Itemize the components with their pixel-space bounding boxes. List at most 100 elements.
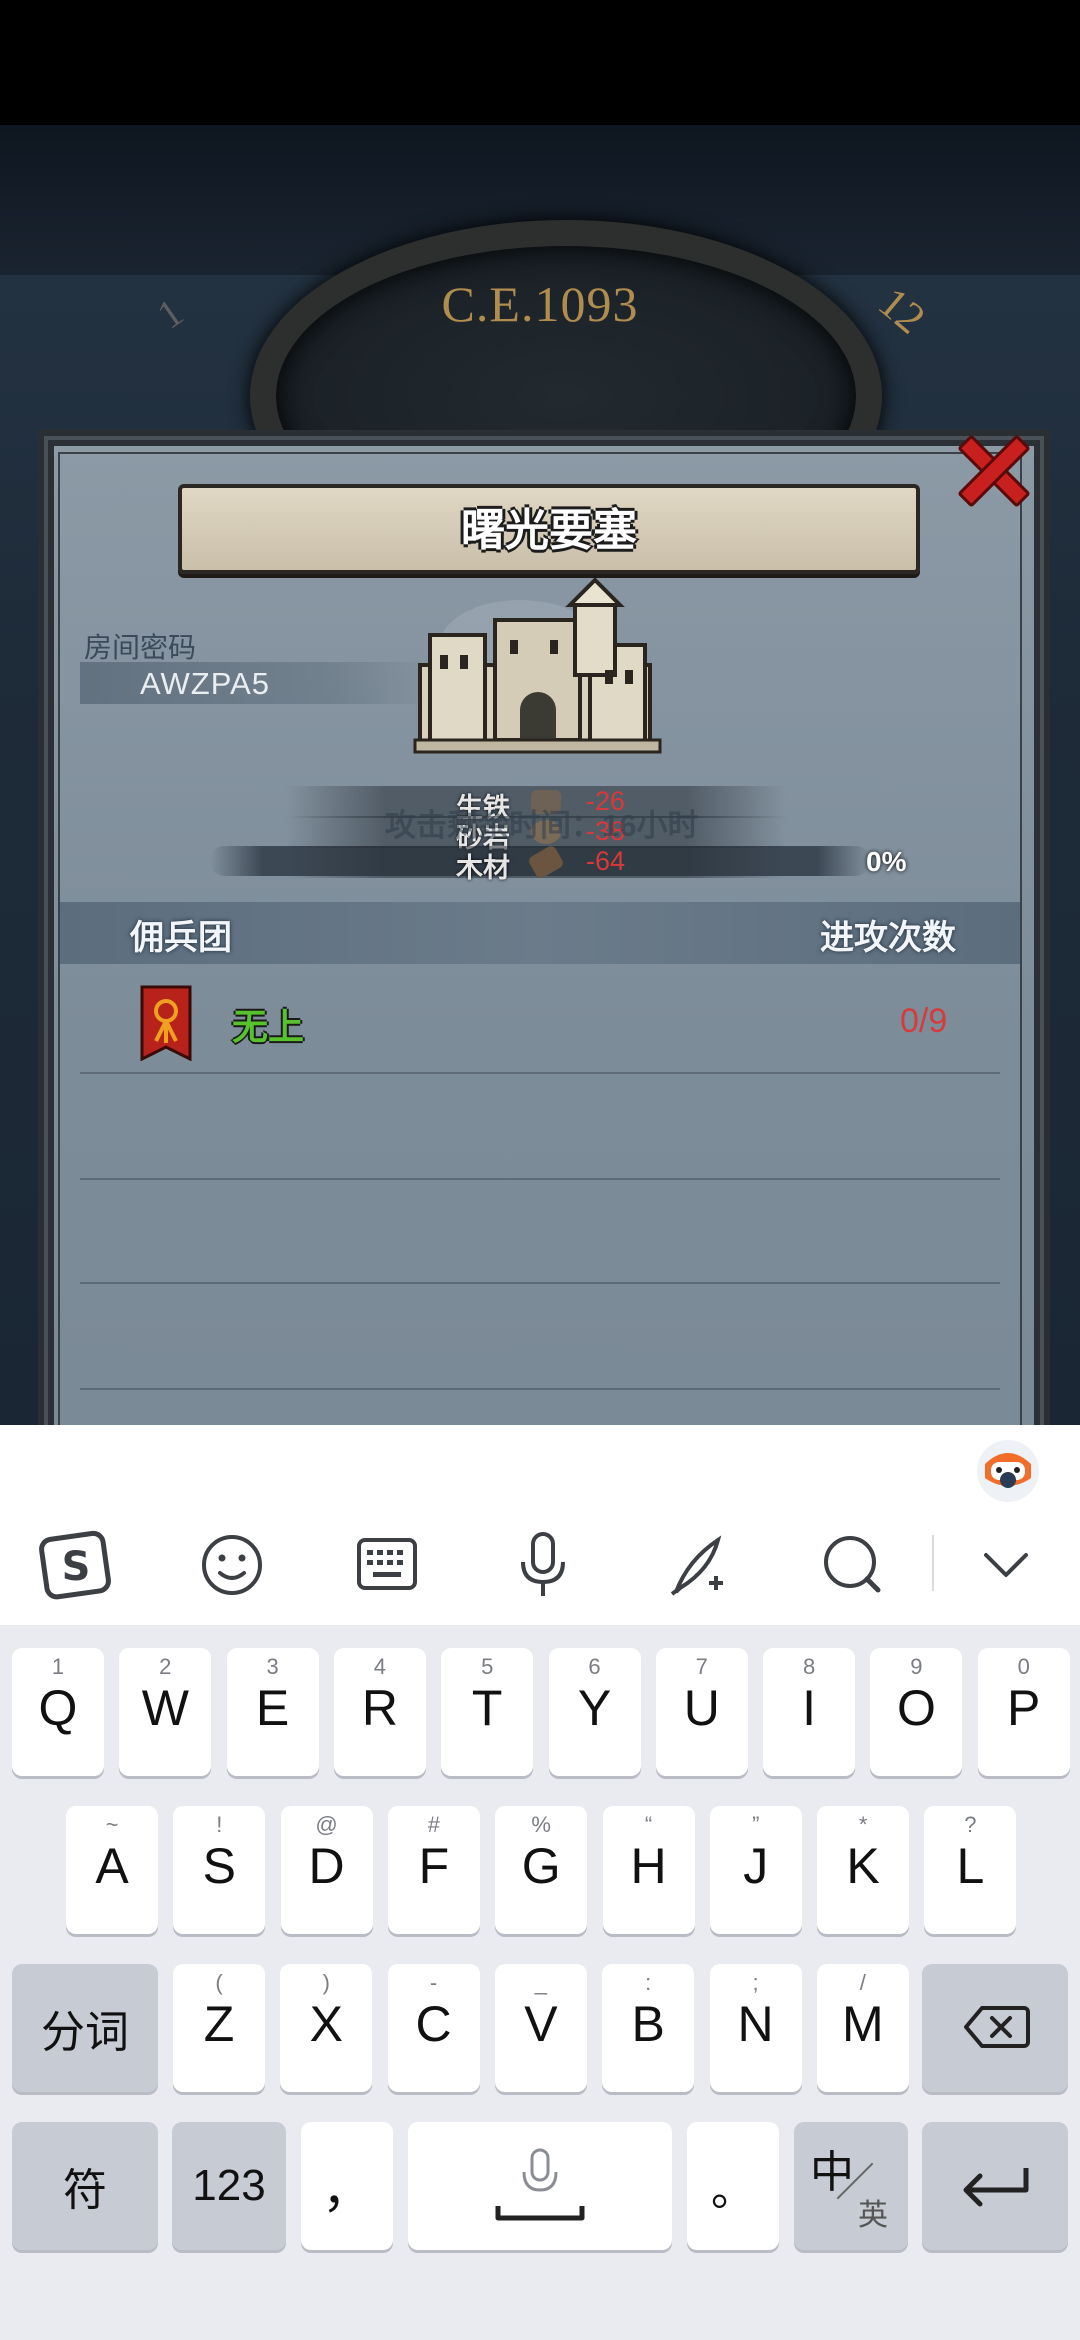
mascot-icon[interactable] (975, 1438, 1041, 1504)
status-bar (0, 0, 1080, 125)
period-key-label: 。 (711, 2166, 755, 2215)
resource-row-wood: 木材 -64 (286, 844, 786, 883)
key-g[interactable]: % G (495, 1806, 588, 1934)
chevron-down-icon[interactable] (966, 1530, 1046, 1600)
period-key[interactable]: 。 (687, 2122, 779, 2250)
room-code-value: AWZPA5 (140, 666, 271, 701)
key-o[interactable]: 9O (870, 1648, 963, 1776)
key-primary-label: F (418, 1838, 450, 1894)
search-icon[interactable] (812, 1530, 892, 1600)
key-p[interactable]: 0P (977, 1648, 1070, 1776)
key-secondary-label: ; (752, 1970, 759, 1995)
key-l[interactable]: ? L (924, 1806, 1017, 1934)
key-f[interactable]: # F (387, 1806, 480, 1934)
key-t[interactable]: 5T (441, 1648, 534, 1776)
key-secondary-label: _ (534, 1970, 548, 1995)
key-primary-label: C (415, 1996, 452, 2052)
key-secondary-label: 7 (695, 1654, 708, 1679)
handwriting-icon[interactable] (658, 1530, 738, 1600)
backspace-key[interactable] (922, 1964, 1068, 2092)
key-secondary-label: ! (216, 1812, 223, 1837)
key-primary-label: X (309, 1996, 343, 2052)
key-secondary-label: 4 (373, 1654, 387, 1679)
key-k[interactable]: * K (817, 1806, 910, 1934)
key-w[interactable]: 2W (119, 1648, 212, 1776)
symbol-key[interactable]: 符 (12, 2122, 158, 2250)
toolbar-divider (932, 1535, 934, 1591)
key-secondary-label: ) (322, 1970, 330, 1995)
row-divider (80, 1282, 1000, 1284)
key-secondary-label: 3 (266, 1654, 279, 1679)
key-primary-label: D (308, 1838, 345, 1894)
key-primary-label: N (737, 1996, 774, 2052)
key-secondary-label: 1 (51, 1654, 65, 1679)
keyboard-icon[interactable] (347, 1530, 427, 1600)
key-primary-label: R (361, 1680, 398, 1736)
sogou-logo-icon[interactable]: S (36, 1530, 116, 1600)
enter-icon (963, 2168, 1029, 2207)
key-secondary-label: - (429, 1970, 438, 1995)
row-divider (80, 1388, 1000, 1390)
key-m[interactable]: / M (816, 1964, 909, 2092)
key-primary-label: W (141, 1680, 189, 1736)
space-key[interactable] (408, 2122, 672, 2250)
row-divider (80, 1178, 1000, 1180)
microphone-icon[interactable] (503, 1530, 583, 1600)
language-sub-label: 英 (858, 2199, 888, 2232)
key-i[interactable]: 8I (763, 1648, 856, 1776)
key-d[interactable]: @ D (280, 1806, 373, 1934)
number-key[interactable]: 123 (172, 2122, 286, 2250)
key-s[interactable]: ! S (173, 1806, 266, 1934)
comma-key-label: ， (322, 2162, 372, 2218)
column-attacks: 进攻次数 (820, 919, 956, 957)
column-mercenary: 佣兵团 (130, 919, 232, 957)
key-secondary-label: 6 (588, 1654, 601, 1679)
key-c[interactable]: -C (387, 1964, 480, 2092)
key-secondary-label: ” (752, 1812, 760, 1837)
emoji-icon[interactable] (192, 1530, 272, 1600)
key-secondary-label: * (858, 1812, 868, 1837)
comma-key[interactable]: ， (301, 2122, 393, 2250)
wood-icon (527, 844, 565, 880)
guild-banner-icon (140, 985, 192, 1061)
key-secondary-label: 8 (802, 1654, 816, 1679)
resource-name: 木材 (456, 853, 510, 883)
key-h[interactable]: “H (602, 1806, 695, 1934)
key-q[interactable]: 1Q (12, 1648, 104, 1776)
dialog-title: 曙光要塞 (461, 506, 637, 555)
segment-key[interactable]: 分词 (12, 1964, 158, 2092)
key-y[interactable]: 6Y (548, 1648, 641, 1776)
key-secondary-label: % (531, 1812, 551, 1837)
team-name[interactable]: 无上 (232, 998, 304, 1050)
language-switch-key[interactable]: 中 英 (794, 2122, 908, 2250)
language-main-label: 中 (810, 2148, 854, 2197)
enter-key[interactable] (922, 2122, 1068, 2250)
room-code-label: 房间密码 (84, 632, 197, 663)
key-secondary-label: ~ (105, 1812, 119, 1837)
key-j[interactable]: ” J (709, 1806, 802, 1934)
key-primary-label: M (841, 1996, 884, 2052)
key-x[interactable]: ) X (280, 1964, 373, 2092)
key-primary-label: U (683, 1680, 720, 1736)
key-primary-label: L (956, 1838, 985, 1894)
progress-percent: 0% (866, 846, 907, 877)
key-secondary-label: ( (215, 1970, 223, 1995)
key-b[interactable]: :B (602, 1964, 695, 2092)
backspace-icon (964, 2006, 1030, 2048)
key-r[interactable]: 4R (333, 1648, 426, 1776)
key-z[interactable]: (Z (173, 1964, 265, 2092)
attack-time-remaining: 攻击剩余时间：16小时 (385, 808, 699, 843)
key-u[interactable]: 7U (655, 1648, 748, 1776)
key-secondary-label: 0 (1017, 1654, 1030, 1679)
key-n[interactable]: ; N (709, 1964, 802, 2092)
key-secondary-label: ? (964, 1812, 977, 1837)
key-primary-label: J (743, 1838, 769, 1894)
year-label: C.E.1093 (441, 276, 639, 332)
key-a[interactable]: ~ A (66, 1806, 158, 1934)
segment-key-label: 分词 (41, 2008, 129, 2057)
close-button[interactable] (948, 425, 1032, 509)
key-secondary-label: : (645, 1970, 652, 1995)
key-v[interactable]: _ V (494, 1964, 587, 2092)
key-primary-label: K (846, 1838, 880, 1894)
key-e[interactable]: 3E (226, 1648, 319, 1776)
